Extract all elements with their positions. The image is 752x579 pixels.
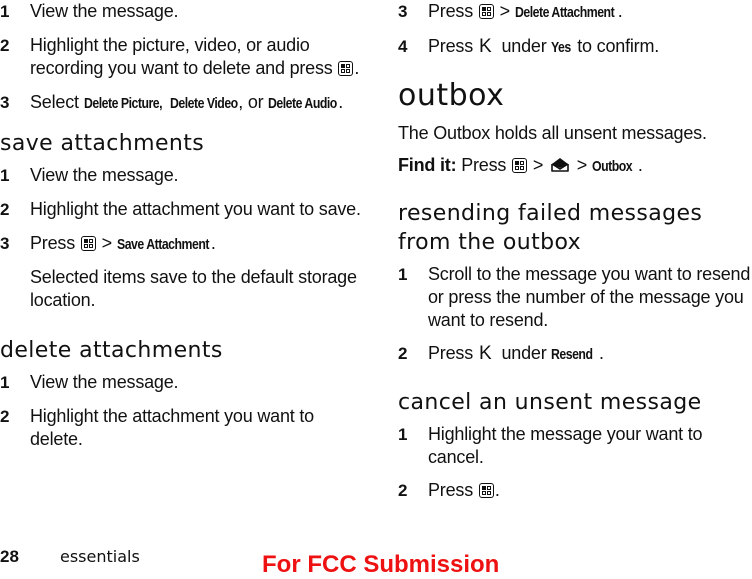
section-heading-delete-attachments: delete attachments <box>0 338 223 363</box>
section-heading-save-attachments: save attachments <box>0 131 205 156</box>
right-column: 3 Press > Delete Attachment. 4 Press Kund… <box>398 0 752 500</box>
keyword-delete-attachment: Delete Attachment <box>514 4 615 21</box>
step-number: 2 <box>398 481 408 500</box>
menu-key-icon <box>80 236 96 251</box>
messages-envelope-icon <box>551 158 569 172</box>
keyword-outbox: Outbox <box>591 158 633 175</box>
list-item: 3 Select Delete Picture, Delete Video, o… <box>0 91 370 115</box>
section-heading-cancel: cancel an unsent message <box>398 390 702 415</box>
step-number: 1 <box>398 265 408 284</box>
step-number: 2 <box>398 344 408 363</box>
keyword-resend: Resend <box>551 346 593 363</box>
find-it-label: Find it: <box>398 155 457 175</box>
menu-key-icon <box>338 61 354 76</box>
step-number: 4 <box>398 37 408 56</box>
section-name: essentials <box>60 547 140 566</box>
step-number: 2 <box>0 36 10 55</box>
keyword-save-attachment: Save Attachment <box>116 236 209 253</box>
keyword-yes: Yes <box>551 39 572 56</box>
page-title-outbox: outbox <box>398 78 505 113</box>
step-number: 3 <box>398 2 408 21</box>
list-item: 1 View the message. <box>0 372 179 392</box>
step-number: 2 <box>0 200 10 219</box>
step-text: Highlight the picture, video, or audio r… <box>30 35 333 78</box>
left-softkey-icon: K <box>479 343 492 364</box>
keyword-delete-picture: Delete Picture, <box>83 95 163 112</box>
note-text: Selected items save to the default stora… <box>30 267 357 310</box>
left-column: 1 View the message. 2 Highlight the pict… <box>0 0 370 449</box>
list-item: 2 Highlight the attachment you want to d… <box>0 406 314 449</box>
list-item: 4 Press Kunder Yes to confirm. <box>398 36 660 57</box>
list-item: 2 Highlight the picture, video, or audio… <box>0 35 360 78</box>
list-item: 2 Press Kunder Resend. <box>398 343 604 364</box>
find-it-path: Find it: Press > > Outbox. <box>398 154 752 178</box>
step-number: 3 <box>0 93 10 112</box>
step-number: 1 <box>0 2 10 21</box>
section-heading-resending: resending failed messages from the outbo… <box>398 201 703 255</box>
left-softkey-icon: K <box>479 36 492 57</box>
step-number: 1 <box>0 166 10 185</box>
list-item: 3 Press > Save Attachment. <box>0 232 370 256</box>
step-number: 2 <box>0 407 10 426</box>
list-item: 1 Scroll to the message you want to rese… <box>398 264 751 330</box>
page-number: 28 <box>0 547 19 566</box>
list-item: 1 View the message. <box>0 0 370 23</box>
step-text: View the message. <box>30 1 179 21</box>
keyword-delete-audio: Delete Audio <box>268 95 338 112</box>
list-item: 2 Press . <box>398 480 500 500</box>
list-item: 1 View the message. <box>0 165 179 185</box>
menu-key-icon <box>512 158 528 173</box>
fcc-watermark: For FCC Submission <box>262 551 500 578</box>
list-item: 1 Highlight the message your want to can… <box>398 424 703 467</box>
menu-key-icon <box>478 4 494 19</box>
list-item: 3 Press > Delete Attachment. <box>398 0 752 24</box>
step-number: 1 <box>0 373 10 392</box>
outbox-description: The Outbox holds all unsent messages. <box>398 123 707 143</box>
keyword-delete-video: Delete Video <box>169 95 238 112</box>
menu-key-icon <box>478 483 494 498</box>
step-number: 1 <box>398 425 408 444</box>
list-item: 2 Highlight the attachment you want to s… <box>0 199 361 219</box>
step-number: 3 <box>0 234 10 253</box>
